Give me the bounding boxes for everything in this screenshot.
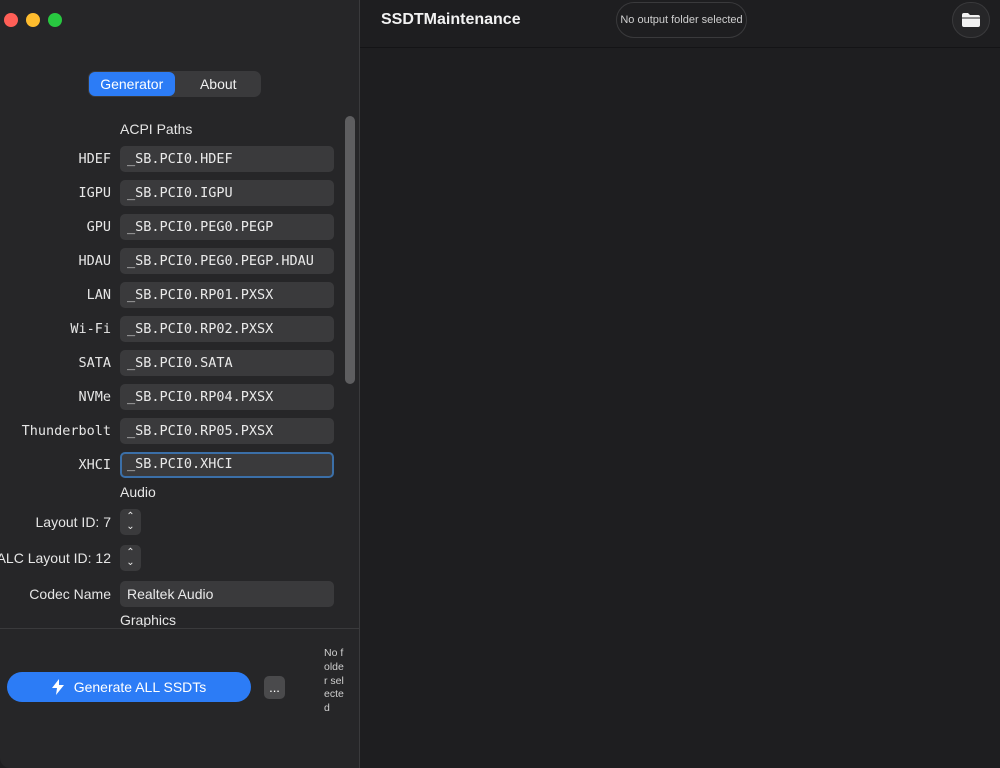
tab-generator[interactable]: Generator <box>89 72 175 96</box>
minimize-window-button[interactable] <box>26 13 40 27</box>
codec-name-field[interactable]: Realtek Audio <box>120 581 334 607</box>
chevron-down-icon[interactable]: ⌄ <box>126 558 134 568</box>
tab-switcher: Generator About <box>88 71 261 97</box>
layout-id-stepper[interactable]: ⌃ ⌄ <box>120 509 141 535</box>
footer-folder-status: No folder selected <box>324 647 344 715</box>
more-options-button[interactable]: ... <box>264 676 285 699</box>
acpi-row-sata: SATA _SB.PCI0.SATA <box>0 350 340 376</box>
acpi-label: XHCI <box>78 457 111 473</box>
acpi-label: GPU <box>86 219 111 235</box>
sidebar: Generator About ACPI Paths HDEF _SB.PCI0… <box>0 0 360 768</box>
sata-path-field[interactable]: _SB.PCI0.SATA <box>120 350 334 376</box>
choose-folder-button[interactable] <box>952 2 990 38</box>
alc-layout-id-stepper[interactable]: ⌃ ⌄ <box>120 545 141 571</box>
acpi-label: LAN <box>86 287 111 303</box>
footer-divider <box>0 628 359 629</box>
generate-all-button[interactable]: Generate ALL SSDTs <box>7 672 251 702</box>
acpi-row-nvme: NVMe _SB.PCI0.RP04.PXSX <box>0 384 340 410</box>
acpi-label: SATA <box>78 355 111 371</box>
codec-name-label: Codec Name <box>29 586 111 602</box>
audio-heading: Audio <box>120 484 156 500</box>
chevron-down-icon[interactable]: ⌄ <box>126 522 134 532</box>
close-window-button[interactable] <box>4 13 18 27</box>
wifi-path-field[interactable]: _SB.PCI0.RP02.PXSX <box>120 316 334 342</box>
acpi-row-gpu: GPU _SB.PCI0.PEG0.PEGP <box>0 214 340 240</box>
acpi-label: NVMe <box>78 389 111 405</box>
acpi-row-igpu: IGPU _SB.PCI0.IGPU <box>0 180 340 206</box>
igpu-path-field[interactable]: _SB.PCI0.IGPU <box>120 180 334 206</box>
app-window: Generator About ACPI Paths HDEF _SB.PCI0… <box>0 0 1000 768</box>
acpi-row-xhci: XHCI _SB.PCI0.XHCI <box>0 452 340 478</box>
alc-layout-id-label: ALC Layout ID: 12 <box>0 550 111 566</box>
acpi-label: Thunderbolt <box>21 423 111 439</box>
generate-all-label: Generate ALL SSDTs <box>73 679 207 695</box>
sidebar-scrollbar[interactable] <box>345 116 355 384</box>
window-controls <box>4 13 62 27</box>
acpi-row-wifi: Wi-Fi _SB.PCI0.RP02.PXSX <box>0 316 340 342</box>
tab-about[interactable]: About <box>176 71 262 97</box>
graphics-heading: Graphics <box>120 612 177 627</box>
output-folder-status: No output folder selected <box>616 2 747 38</box>
acpi-label: HDEF <box>78 151 111 167</box>
acpi-row-thunderbolt: Thunderbolt _SB.PCI0.RP05.PXSX <box>0 418 340 444</box>
folder-icon <box>962 13 980 27</box>
layout-id-label: Layout ID: 7 <box>35 514 112 530</box>
lan-path-field[interactable]: _SB.PCI0.RP01.PXSX <box>120 282 334 308</box>
acpi-label: IGPU <box>78 185 111 201</box>
alc-layout-id-row: ALC Layout ID: 12 ⌃ ⌄ <box>0 545 340 571</box>
gpu-path-field[interactable]: _SB.PCI0.PEG0.PEGP <box>120 214 334 240</box>
acpi-row-lan: LAN _SB.PCI0.RP01.PXSX <box>0 282 340 308</box>
thunderbolt-path-field[interactable]: _SB.PCI0.RP05.PXSX <box>120 418 334 444</box>
main-toolbar: SSDTMaintenance No output folder selecte… <box>360 0 1000 48</box>
main-content-area <box>360 48 1000 768</box>
nvme-path-field[interactable]: _SB.PCI0.RP04.PXSX <box>120 384 334 410</box>
settings-scroll-area[interactable]: ACPI Paths HDEF _SB.PCI0.HDEF IGPU _SB.P… <box>0 112 359 627</box>
hdef-path-field[interactable]: _SB.PCI0.HDEF <box>120 146 334 172</box>
bolt-icon <box>51 679 64 695</box>
zoom-window-button[interactable] <box>48 13 62 27</box>
acpi-row-hdau: HDAU _SB.PCI0.PEG0.PEGP.HDAU <box>0 248 340 274</box>
acpi-label: Wi-Fi <box>70 321 111 337</box>
hdau-path-field[interactable]: _SB.PCI0.PEG0.PEGP.HDAU <box>120 248 334 274</box>
app-title: SSDTMaintenance <box>381 11 521 28</box>
acpi-label: HDAU <box>78 253 111 269</box>
layout-id-row: Layout ID: 7 ⌃ ⌄ <box>0 509 340 535</box>
codec-name-row: Codec Name Realtek Audio <box>0 581 340 607</box>
acpi-paths-heading: ACPI Paths <box>120 121 193 137</box>
xhci-path-field[interactable]: _SB.PCI0.XHCI <box>120 452 334 478</box>
acpi-row-hdef: HDEF _SB.PCI0.HDEF <box>0 146 340 172</box>
